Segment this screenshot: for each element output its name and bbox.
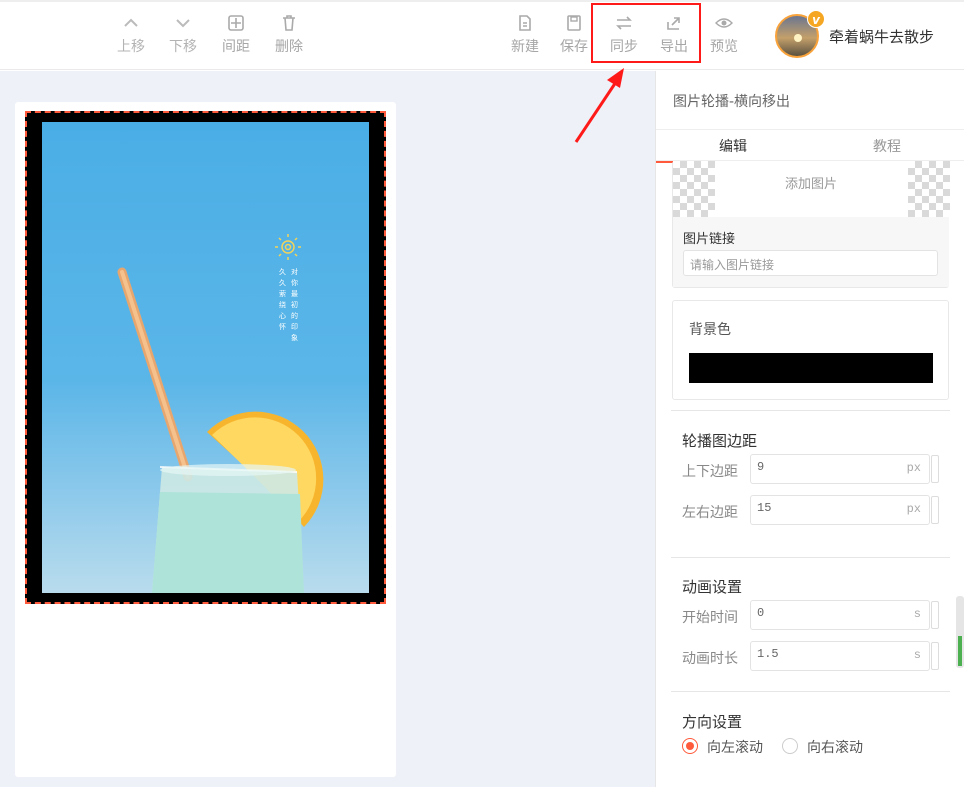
settings-panel: 图片轮播-横向移出 编辑 教程 添加图片 图片链接 请输入图片链接 背景色 轮播… (655, 71, 964, 787)
radio-scroll-left-label[interactable]: 向左滚动 (707, 737, 763, 757)
radio-scroll-right-label[interactable]: 向右滚动 (807, 737, 863, 757)
duration-unit: s (913, 648, 921, 662)
spacing-button[interactable]: 间距 (211, 14, 261, 56)
lemonade-illustration (117, 234, 324, 593)
margin-tb-label: 上下边距 (682, 464, 738, 480)
delete-button[interactable]: 删除 (264, 14, 314, 56)
duration-stepper[interactable] (931, 642, 939, 670)
margin-lr-stepper[interactable] (931, 496, 939, 524)
divider (671, 557, 950, 558)
file-icon (500, 14, 550, 34)
duration-value: 1.5 (757, 647, 779, 661)
image-thumb-right (908, 161, 950, 217)
image-thumb-left (673, 161, 715, 217)
top-toolbar: 上移 下移 间距 删除 新建 保存 同步 导出 预览 v 牵着蜗牛去散步 (0, 0, 964, 70)
margin-tb-stepper[interactable] (931, 455, 939, 483)
new-button[interactable]: 新建 (500, 14, 550, 56)
side-scrollbar[interactable] (956, 596, 964, 668)
margin-tb-unit: px (906, 461, 921, 475)
margin-lr-value: 15 (757, 501, 772, 515)
radio-scroll-left[interactable] (682, 738, 698, 754)
add-image-button[interactable]: 添加图片 (785, 173, 837, 192)
slide-text-col2: 对你最初的印象 (291, 268, 298, 342)
start-time-label: 开始时间 (682, 610, 738, 626)
start-time-input[interactable]: 0 s (750, 600, 930, 630)
divider (671, 691, 950, 692)
move-up-label: 上移 (117, 39, 145, 55)
move-up-button[interactable]: 上移 (106, 14, 156, 56)
panel-tabs: 编辑 教程 (656, 129, 964, 163)
phone-preview: 久久萦绕心怀 对你最初的印象 (15, 102, 396, 777)
duration-input[interactable]: 1.5 s (750, 641, 930, 671)
carousel-slide-image: 久久萦绕心怀 对你最初的印象 (42, 122, 369, 593)
margin-tb-input[interactable]: 9 px (750, 454, 930, 484)
username[interactable]: 牵着蜗牛去散步 (829, 26, 934, 47)
slide-text-col1: 久久萦绕心怀 (279, 268, 286, 331)
chevron-up-icon (106, 14, 156, 34)
direction-section-title: 方向设置 (682, 713, 743, 731)
highlight-box (591, 3, 701, 63)
radio-scroll-right[interactable] (782, 738, 798, 754)
eye-icon (699, 14, 749, 34)
vip-badge: v (807, 10, 825, 28)
image-card: 添加图片 图片链接 请输入图片链接 (672, 161, 950, 288)
start-time-stepper[interactable] (931, 601, 939, 629)
move-down-button[interactable]: 下移 (158, 14, 208, 56)
chevron-down-icon (158, 14, 208, 34)
new-label: 新建 (511, 39, 539, 55)
image-link-input[interactable]: 请输入图片链接 (683, 250, 938, 276)
anim-section-title: 动画设置 (682, 578, 743, 596)
margin-section-title: 轮播图边距 (682, 432, 758, 450)
editor-canvas: 久久萦绕心怀 对你最初的印象 (0, 71, 655, 787)
delete-label: 删除 (275, 39, 303, 55)
start-time-value: 0 (757, 606, 765, 620)
margin-lr-label: 左右边距 (682, 505, 738, 521)
bg-color-swatch[interactable] (689, 353, 933, 383)
bg-color-card: 背景色 (672, 300, 949, 400)
spacing-icon (211, 14, 261, 34)
tab-tutorial[interactable]: 教程 (810, 136, 964, 156)
preview-button[interactable]: 预览 (699, 14, 749, 56)
panel-title: 图片轮播-横向移出 (673, 94, 791, 110)
margin-lr-input[interactable]: 15 px (750, 495, 930, 525)
divider (671, 410, 950, 411)
image-link-label: 图片链接 (683, 232, 736, 247)
spacing-label: 间距 (222, 39, 250, 55)
move-down-label: 下移 (169, 39, 197, 55)
margin-tb-value: 9 (757, 460, 765, 474)
bg-color-label: 背景色 (689, 322, 731, 338)
image-carousel[interactable]: 久久萦绕心怀 对你最初的印象 (25, 111, 386, 604)
start-time-unit: s (913, 607, 921, 621)
margin-lr-unit: px (906, 502, 921, 516)
duration-label: 动画时长 (682, 651, 738, 667)
tab-edit[interactable]: 编辑 (656, 136, 810, 156)
trash-icon (264, 14, 314, 34)
preview-label: 预览 (710, 39, 738, 55)
